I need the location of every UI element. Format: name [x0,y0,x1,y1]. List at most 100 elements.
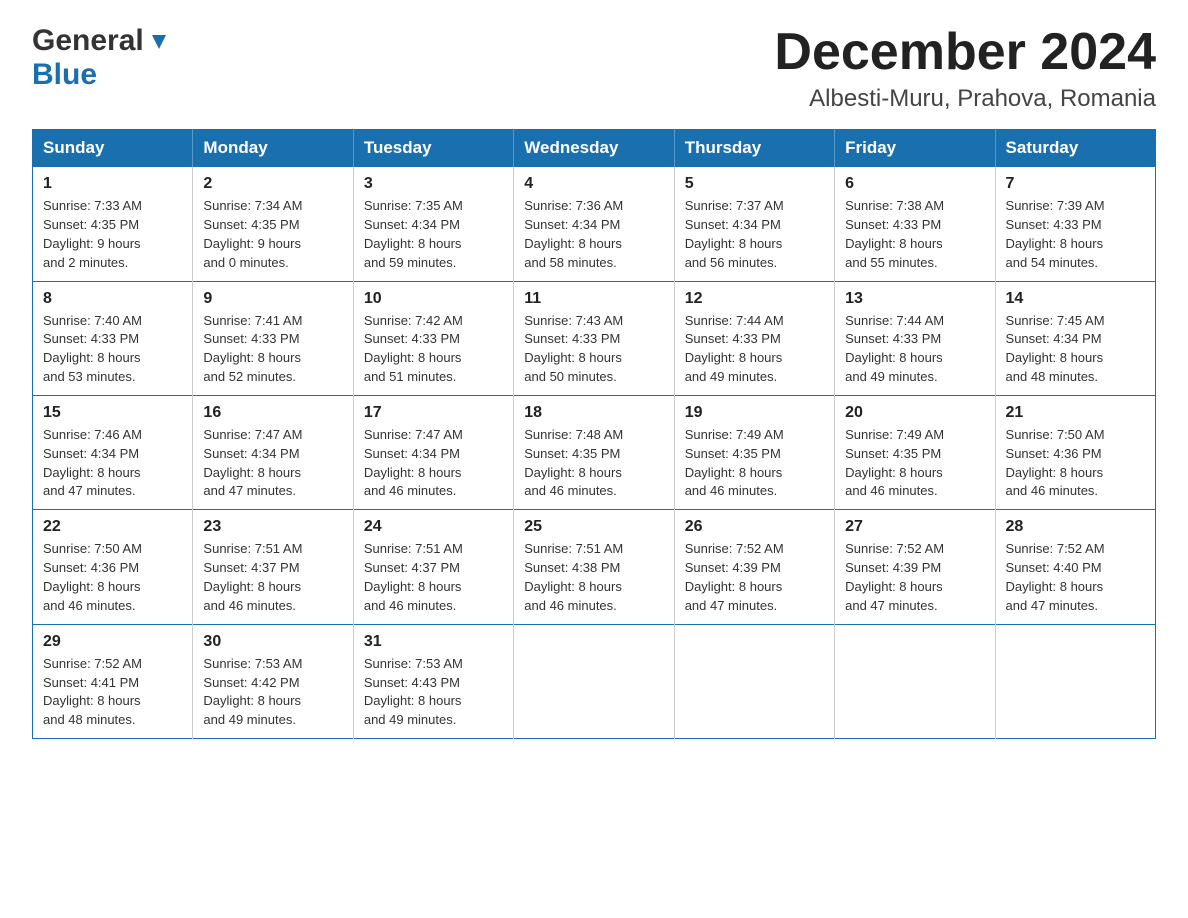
page-header: General Blue December 2024 Albesti-Muru,… [32,24,1156,113]
day-info: Sunrise: 7:47 AMSunset: 4:34 PMDaylight:… [203,426,342,501]
day-info: Sunrise: 7:38 AMSunset: 4:33 PMDaylight:… [845,197,984,272]
day-info: Sunrise: 7:49 AMSunset: 4:35 PMDaylight:… [845,426,984,501]
day-info: Sunrise: 7:52 AMSunset: 4:39 PMDaylight:… [845,540,984,615]
logo-triangle-icon [148,31,170,53]
day-info: Sunrise: 7:45 AMSunset: 4:34 PMDaylight:… [1006,312,1145,387]
calendar-cell: 29 Sunrise: 7:52 AMSunset: 4:41 PMDaylig… [33,624,193,738]
calendar-cell: 12 Sunrise: 7:44 AMSunset: 4:33 PMDaylig… [674,281,834,395]
calendar-cell: 25 Sunrise: 7:51 AMSunset: 4:38 PMDaylig… [514,510,674,624]
day-number: 5 [685,175,824,193]
calendar-cell: 8 Sunrise: 7:40 AMSunset: 4:33 PMDayligh… [33,281,193,395]
calendar-cell: 24 Sunrise: 7:51 AMSunset: 4:37 PMDaylig… [353,510,513,624]
day-info: Sunrise: 7:42 AMSunset: 4:33 PMDaylight:… [364,312,503,387]
col-thursday: Thursday [674,130,834,167]
day-number: 30 [203,633,342,651]
day-number: 24 [364,518,503,536]
day-info: Sunrise: 7:44 AMSunset: 4:33 PMDaylight:… [685,312,824,387]
title-block: December 2024 Albesti-Muru, Prahova, Rom… [774,24,1156,113]
calendar-cell: 27 Sunrise: 7:52 AMSunset: 4:39 PMDaylig… [835,510,995,624]
calendar-cell: 19 Sunrise: 7:49 AMSunset: 4:35 PMDaylig… [674,395,834,509]
calendar-cell: 17 Sunrise: 7:47 AMSunset: 4:34 PMDaylig… [353,395,513,509]
day-number: 13 [845,290,984,308]
day-info: Sunrise: 7:52 AMSunset: 4:41 PMDaylight:… [43,655,182,730]
day-number: 23 [203,518,342,536]
calendar-cell: 2 Sunrise: 7:34 AMSunset: 4:35 PMDayligh… [193,167,353,281]
calendar-cell: 23 Sunrise: 7:51 AMSunset: 4:37 PMDaylig… [193,510,353,624]
day-number: 14 [1006,290,1145,308]
day-number: 3 [364,175,503,193]
day-number: 6 [845,175,984,193]
day-info: Sunrise: 7:50 AMSunset: 4:36 PMDaylight:… [1006,426,1145,501]
location-title: Albesti-Muru, Prahova, Romania [774,85,1156,113]
calendar-cell: 5 Sunrise: 7:37 AMSunset: 4:34 PMDayligh… [674,167,834,281]
calendar-body: 1 Sunrise: 7:33 AMSunset: 4:35 PMDayligh… [33,167,1156,739]
day-info: Sunrise: 7:47 AMSunset: 4:34 PMDaylight:… [364,426,503,501]
calendar-table: Sunday Monday Tuesday Wednesday Thursday… [32,129,1156,739]
calendar-cell: 18 Sunrise: 7:48 AMSunset: 4:35 PMDaylig… [514,395,674,509]
calendar-cell: 30 Sunrise: 7:53 AMSunset: 4:42 PMDaylig… [193,624,353,738]
col-tuesday: Tuesday [353,130,513,167]
calendar-cell: 9 Sunrise: 7:41 AMSunset: 4:33 PMDayligh… [193,281,353,395]
day-number: 27 [845,518,984,536]
calendar-cell: 7 Sunrise: 7:39 AMSunset: 4:33 PMDayligh… [995,167,1155,281]
day-number: 12 [685,290,824,308]
day-number: 21 [1006,404,1145,422]
calendar-week-row: 22 Sunrise: 7:50 AMSunset: 4:36 PMDaylig… [33,510,1156,624]
calendar-cell: 4 Sunrise: 7:36 AMSunset: 4:34 PMDayligh… [514,167,674,281]
day-number: 22 [43,518,182,536]
calendar-cell: 13 Sunrise: 7:44 AMSunset: 4:33 PMDaylig… [835,281,995,395]
month-title: December 2024 [774,24,1156,81]
col-saturday: Saturday [995,130,1155,167]
day-number: 29 [43,633,182,651]
calendar-cell: 26 Sunrise: 7:52 AMSunset: 4:39 PMDaylig… [674,510,834,624]
day-number: 9 [203,290,342,308]
logo-general-text: General [32,24,144,58]
calendar-cell: 1 Sunrise: 7:33 AMSunset: 4:35 PMDayligh… [33,167,193,281]
calendar-cell: 20 Sunrise: 7:49 AMSunset: 4:35 PMDaylig… [835,395,995,509]
col-friday: Friday [835,130,995,167]
day-number: 10 [364,290,503,308]
day-info: Sunrise: 7:36 AMSunset: 4:34 PMDaylight:… [524,197,663,272]
day-info: Sunrise: 7:34 AMSunset: 4:35 PMDaylight:… [203,197,342,272]
calendar-cell: 10 Sunrise: 7:42 AMSunset: 4:33 PMDaylig… [353,281,513,395]
day-number: 11 [524,290,663,308]
day-info: Sunrise: 7:41 AMSunset: 4:33 PMDaylight:… [203,312,342,387]
day-info: Sunrise: 7:43 AMSunset: 4:33 PMDaylight:… [524,312,663,387]
day-number: 20 [845,404,984,422]
day-number: 17 [364,404,503,422]
calendar-week-row: 8 Sunrise: 7:40 AMSunset: 4:33 PMDayligh… [33,281,1156,395]
calendar-cell [995,624,1155,738]
header-row: Sunday Monday Tuesday Wednesday Thursday… [33,130,1156,167]
calendar-cell: 22 Sunrise: 7:50 AMSunset: 4:36 PMDaylig… [33,510,193,624]
day-number: 1 [43,175,182,193]
calendar-cell: 14 Sunrise: 7:45 AMSunset: 4:34 PMDaylig… [995,281,1155,395]
day-info: Sunrise: 7:49 AMSunset: 4:35 PMDaylight:… [685,426,824,501]
day-number: 16 [203,404,342,422]
day-info: Sunrise: 7:39 AMSunset: 4:33 PMDaylight:… [1006,197,1145,272]
day-info: Sunrise: 7:35 AMSunset: 4:34 PMDaylight:… [364,197,503,272]
day-info: Sunrise: 7:51 AMSunset: 4:37 PMDaylight:… [364,540,503,615]
calendar-cell [835,624,995,738]
calendar-week-row: 29 Sunrise: 7:52 AMSunset: 4:41 PMDaylig… [33,624,1156,738]
day-number: 7 [1006,175,1145,193]
col-wednesday: Wednesday [514,130,674,167]
day-number: 18 [524,404,663,422]
day-info: Sunrise: 7:53 AMSunset: 4:42 PMDaylight:… [203,655,342,730]
day-info: Sunrise: 7:48 AMSunset: 4:35 PMDaylight:… [524,426,663,501]
calendar-cell: 21 Sunrise: 7:50 AMSunset: 4:36 PMDaylig… [995,395,1155,509]
calendar-cell: 15 Sunrise: 7:46 AMSunset: 4:34 PMDaylig… [33,395,193,509]
day-info: Sunrise: 7:53 AMSunset: 4:43 PMDaylight:… [364,655,503,730]
logo: General Blue [32,24,170,92]
day-info: Sunrise: 7:44 AMSunset: 4:33 PMDaylight:… [845,312,984,387]
calendar-cell [514,624,674,738]
day-number: 2 [203,175,342,193]
col-monday: Monday [193,130,353,167]
logo-blue-text: Blue [32,58,97,91]
day-number: 31 [364,633,503,651]
day-number: 26 [685,518,824,536]
day-info: Sunrise: 7:50 AMSunset: 4:36 PMDaylight:… [43,540,182,615]
day-number: 25 [524,518,663,536]
day-info: Sunrise: 7:37 AMSunset: 4:34 PMDaylight:… [685,197,824,272]
calendar-cell: 31 Sunrise: 7:53 AMSunset: 4:43 PMDaylig… [353,624,513,738]
day-info: Sunrise: 7:51 AMSunset: 4:37 PMDaylight:… [203,540,342,615]
